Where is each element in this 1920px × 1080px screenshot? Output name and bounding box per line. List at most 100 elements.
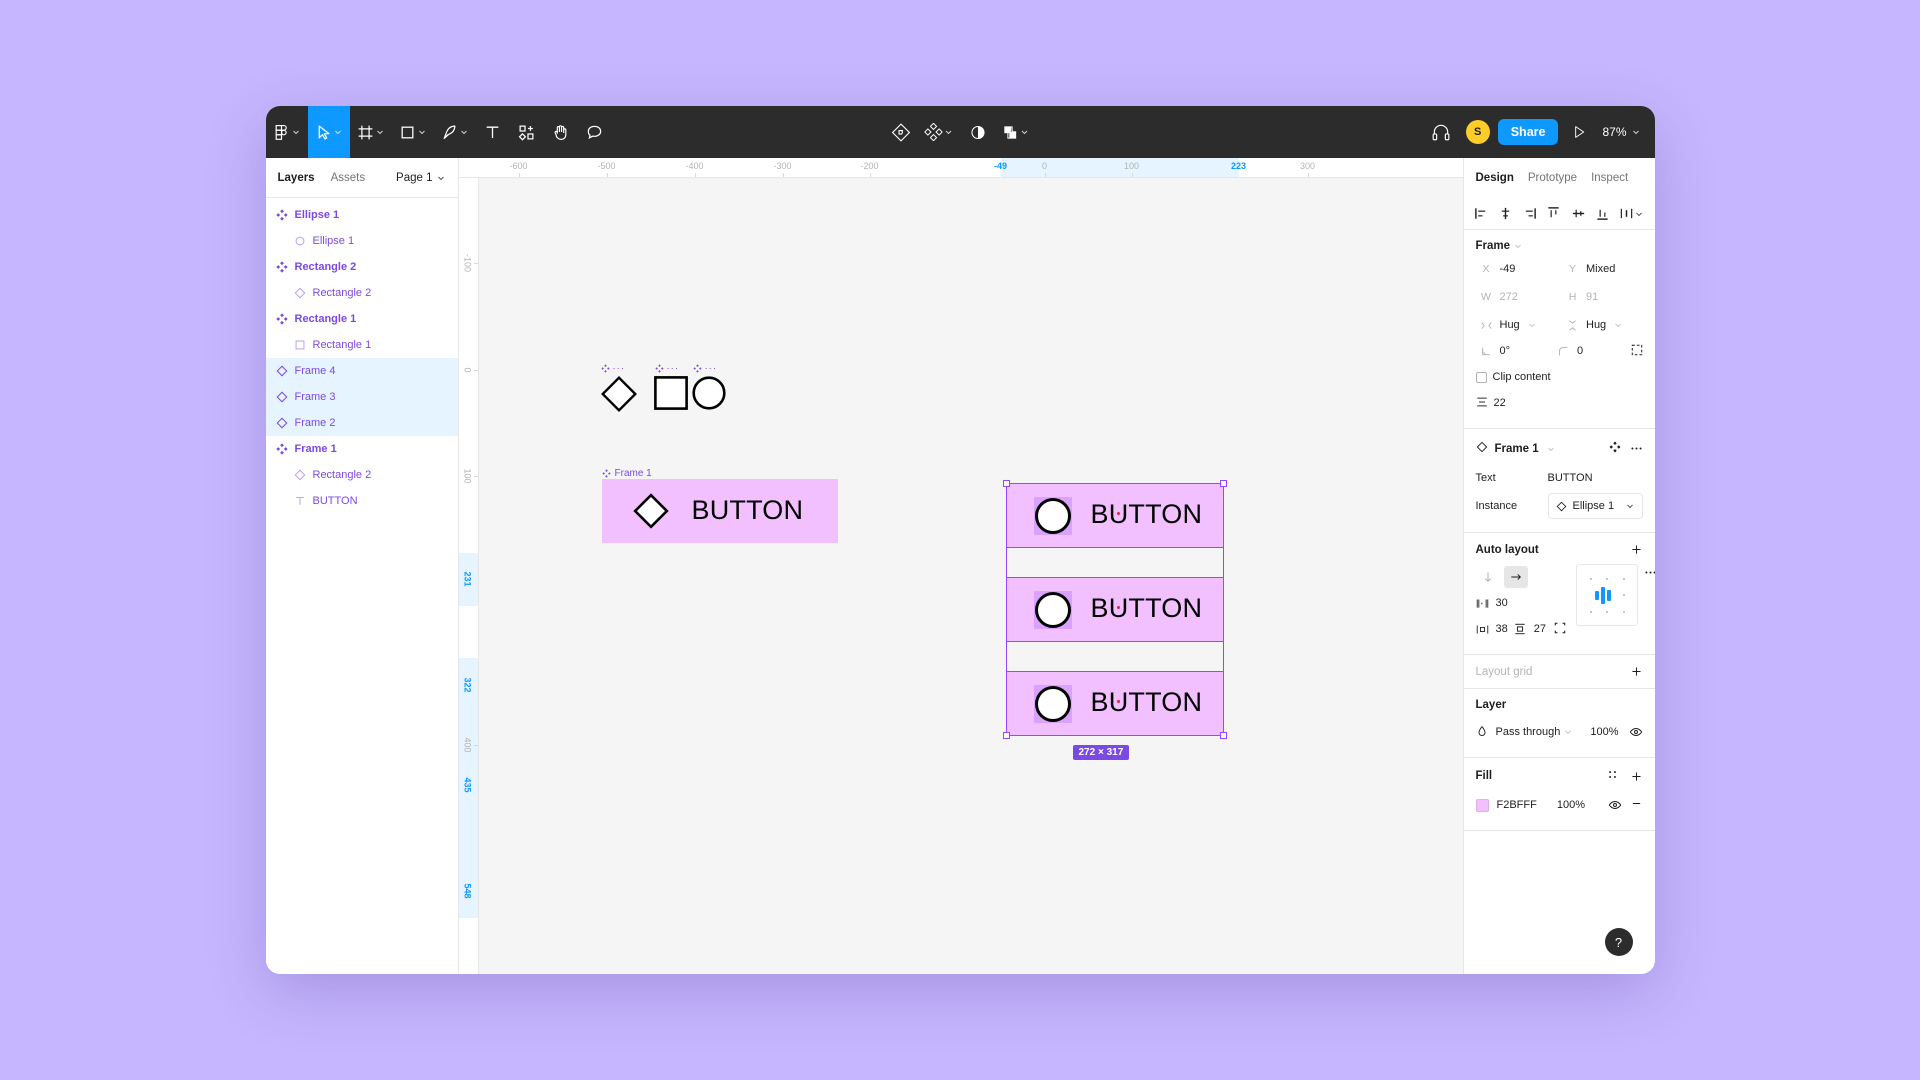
tab-design[interactable]: Design — [1476, 172, 1514, 184]
layer-row[interactable]: Rectangle 1 — [266, 306, 458, 332]
item-spacing-field[interactable]: 30 — [1476, 590, 1567, 616]
layer-row[interactable]: Frame 4 — [266, 358, 458, 384]
headphones-icon[interactable] — [1424, 106, 1458, 158]
boolean-union-button[interactable] — [995, 106, 1037, 158]
auto-layout-more-options-icon[interactable] — [1644, 564, 1655, 579]
auto-layout-vertical-button[interactable] — [1476, 566, 1500, 588]
layer-row[interactable]: Ellipse 1 — [266, 228, 458, 254]
remove-fill-icon[interactable] — [1630, 797, 1643, 813]
frame-tool-button[interactable] — [350, 106, 392, 158]
tab-prototype[interactable]: Prototype — [1528, 172, 1577, 184]
selection-handle-br[interactable] — [1220, 732, 1227, 739]
text-tool-button[interactable] — [476, 106, 510, 158]
present-play-icon[interactable] — [1562, 106, 1596, 158]
components-button[interactable] — [918, 106, 961, 158]
frame1-body[interactable]: BUTTON — [602, 479, 838, 543]
clip-content-checkbox[interactable] — [1476, 372, 1487, 383]
fill-visibility-icon[interactable] — [1608, 798, 1622, 812]
corner-radius-field[interactable]: 0 — [1553, 338, 1625, 364]
component-more-options-icon[interactable] — [1630, 442, 1643, 455]
align-bottom-icon[interactable] — [1595, 206, 1610, 221]
share-button[interactable]: Share — [1498, 119, 1559, 145]
square-shape[interactable] — [654, 376, 688, 410]
horizontal-resizing-dropdown[interactable]: Hug — [1476, 312, 1557, 338]
add-auto-layout-button[interactable] — [1630, 543, 1643, 556]
tab-inspect[interactable]: Inspect — [1591, 172, 1628, 184]
pen-tool-button[interactable] — [434, 106, 476, 158]
add-fill-button[interactable] — [1630, 770, 1643, 783]
vertical-resizing-dropdown[interactable]: Hug — [1562, 312, 1643, 338]
height-field[interactable]: H 91 — [1562, 284, 1643, 310]
auto-layout-horizontal-button[interactable] — [1504, 566, 1528, 588]
vertical-padding-field[interactable]: 27 — [1514, 616, 1550, 642]
page-selector[interactable]: Page 1 — [396, 172, 445, 184]
advanced-layout-icon[interactable] — [1554, 622, 1566, 637]
width-field[interactable]: W 272 — [1476, 284, 1557, 310]
layer-opacity-value[interactable]: 100% — [1590, 726, 1618, 738]
blend-mode-dropdown[interactable]: Pass through — [1496, 726, 1574, 738]
align-top-icon[interactable] — [1546, 206, 1561, 221]
fill-styles-icon[interactable] — [1606, 768, 1619, 784]
object-type-dropdown[interactable]: Frame — [1476, 240, 1643, 252]
chevron-down-icon[interactable] — [459, 127, 469, 137]
actions-button[interactable] — [884, 106, 918, 158]
chevron-down-icon[interactable] — [333, 127, 343, 137]
layer-row[interactable]: Frame 3 — [266, 384, 458, 410]
comment-tool-button[interactable] — [578, 106, 612, 158]
instance-icon — [276, 391, 288, 403]
swap-component-icon[interactable] — [1609, 441, 1621, 456]
x-position-field[interactable]: X -49 — [1476, 256, 1557, 282]
selection-handle-tl[interactable] — [1003, 480, 1010, 487]
figma-menu-button[interactable] — [266, 106, 308, 158]
layer-row[interactable]: Frame 1 — [266, 436, 458, 462]
layer-row[interactable]: Frame 2 — [266, 410, 458, 436]
fill-opacity-value[interactable]: 100% — [1557, 799, 1585, 811]
move-tool-button[interactable] — [308, 106, 350, 158]
chevron-down-icon[interactable] — [291, 127, 301, 137]
fill-color-hex[interactable]: F2BFFF — [1497, 799, 1537, 811]
align-horizontal-center-icon[interactable] — [1498, 206, 1513, 221]
fill-color-swatch[interactable] — [1476, 799, 1489, 812]
chevron-down-icon[interactable] — [417, 127, 427, 137]
avatar[interactable]: S — [1466, 120, 1490, 144]
text-property-row[interactable]: Text BUTTON — [1476, 464, 1643, 492]
auto-layout-alignment-grid[interactable] — [1576, 564, 1638, 626]
independent-corners-icon[interactable] — [1631, 344, 1643, 359]
design-canvas[interactable]: ··· ··· — [479, 178, 1463, 974]
hand-tool-button[interactable] — [544, 106, 578, 158]
frame1-diamond-instance[interactable] — [631, 491, 671, 531]
tab-layers[interactable]: Layers — [278, 172, 315, 184]
add-layout-grid-button[interactable] — [1630, 665, 1643, 678]
resources-tool-button[interactable] — [510, 106, 544, 158]
align-left-icon[interactable] — [1474, 206, 1489, 221]
distribute-icon[interactable] — [1619, 206, 1644, 221]
zoom-level-control[interactable]: 87% — [1596, 125, 1654, 139]
layer-row[interactable]: Rectangle 2 — [266, 280, 458, 306]
chevron-down-icon[interactable] — [375, 127, 385, 137]
layer-name: Frame 2 — [295, 417, 336, 429]
rotation-field[interactable]: 0° — [1476, 338, 1548, 364]
shape-tool-button[interactable] — [392, 106, 434, 158]
help-button[interactable]: ? — [1605, 928, 1633, 956]
horizontal-padding-field[interactable]: 38 — [1476, 616, 1512, 642]
layer-row[interactable]: Rectangle 1 — [266, 332, 458, 358]
selection-handle-bl[interactable] — [1003, 732, 1010, 739]
layer-row[interactable]: Rectangle 2 — [266, 462, 458, 488]
spacing-row[interactable]: 22 — [1476, 390, 1643, 416]
instance-swap-dropdown[interactable]: Ellipse 1 — [1548, 493, 1643, 519]
align-vertical-center-icon[interactable] — [1571, 206, 1586, 221]
clip-content-row[interactable]: Clip content — [1476, 364, 1643, 390]
tab-assets[interactable]: Assets — [331, 172, 366, 184]
circle-shape[interactable] — [692, 376, 726, 410]
diamond-shape[interactable] — [599, 374, 639, 414]
selection-handle-tr[interactable] — [1220, 480, 1227, 487]
frame1-label[interactable]: Frame 1 — [602, 468, 652, 479]
layer-row[interactable]: BUTTON — [266, 488, 458, 514]
selected-frames-group[interactable]: BUTTON BUTTON — [1007, 484, 1223, 735]
align-right-icon[interactable] — [1522, 206, 1537, 221]
y-position-field[interactable]: Y Mixed — [1562, 256, 1643, 282]
appearance-button[interactable] — [961, 106, 995, 158]
eye-icon[interactable] — [1629, 725, 1643, 739]
layer-row[interactable]: Rectangle 2 — [266, 254, 458, 280]
layer-row[interactable]: Ellipse 1 — [266, 202, 458, 228]
